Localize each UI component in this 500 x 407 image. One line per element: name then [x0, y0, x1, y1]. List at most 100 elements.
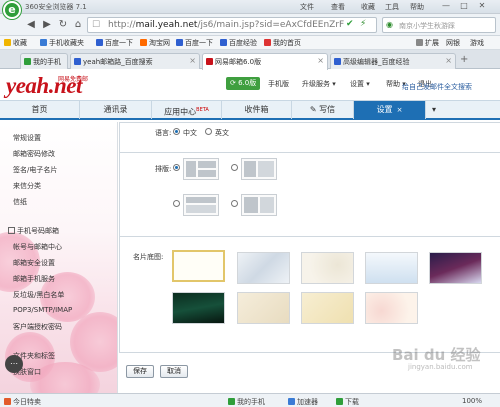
- sidebar-item-client-password[interactable]: 客户端授权密码: [13, 322, 62, 332]
- close-tab-icon[interactable]: ×: [445, 56, 452, 65]
- menu-tools[interactable]: 工具: [385, 2, 399, 12]
- sidebar-item-pop3[interactable]: POP3/SMTP/IMAP: [13, 306, 72, 314]
- settings-link[interactable]: 设置 ▾: [350, 79, 370, 89]
- sidebar-item-general[interactable]: 常规设置: [13, 133, 41, 143]
- layout-option-2-thumbnail[interactable]: [241, 158, 277, 180]
- bank-button[interactable]: 网银: [446, 38, 460, 48]
- card-background-6[interactable]: [172, 292, 225, 324]
- sidebar-item-mobile-service[interactable]: 邮箱手机服务: [13, 274, 55, 284]
- minimize-icon[interactable]: —: [440, 1, 452, 11]
- send-to-self-link[interactable]: 给自己发邮件全文搜索: [402, 82, 472, 92]
- today-deals-button[interactable]: 今日特卖: [4, 397, 41, 407]
- star-icon: [4, 39, 11, 46]
- sidebar-item-security[interactable]: 邮箱安全设置: [13, 258, 55, 268]
- layout-option-2-radio[interactable]: [231, 164, 238, 171]
- bookmark-baidu-1[interactable]: 百度一下: [96, 38, 133, 48]
- zoom-level[interactable]: 100%: [462, 397, 482, 405]
- card-background-2[interactable]: [237, 252, 290, 284]
- card-background-8[interactable]: [301, 292, 354, 324]
- search-engine-icon[interactable]: ◉: [386, 20, 393, 29]
- back-icon[interactable]: ◀: [24, 18, 38, 32]
- bookmark-favorites[interactable]: 收藏: [4, 38, 27, 48]
- tab-baidu-search[interactable]: yeah邮箱路_百度搜索 ×: [70, 53, 200, 69]
- close-tab-icon[interactable]: ×: [317, 56, 324, 65]
- upgrade-service-link[interactable]: 升级服务 ▾: [302, 79, 336, 89]
- games-button[interactable]: 游戏: [470, 38, 484, 48]
- address-bar: ◀ ▶ ↻ ⌂ ☐ http://mail.yeah.net/js6/main.…: [0, 14, 500, 36]
- more-tabs-chevron-icon[interactable]: ▾: [426, 101, 442, 119]
- taobao-icon: [140, 39, 147, 46]
- bookmark-mobile-favorites[interactable]: 手机收藏夹: [40, 38, 84, 48]
- status-my-phone[interactable]: 我的手机: [228, 397, 265, 407]
- language-chinese-radio[interactable]: [173, 128, 180, 135]
- tab-inbox[interactable]: 收件箱: [222, 101, 292, 119]
- settings-sidebar: 常规设置 邮箱密码修改 签名/电子名片 来信分类 信纸 手机号码邮箱 帐号与邮箱…: [0, 122, 118, 393]
- layout-option-1-radio[interactable]: [173, 164, 180, 171]
- maximize-icon[interactable]: □: [458, 1, 470, 11]
- search-input[interactable]: ◉ 南京小学生秋游踩: [382, 17, 496, 33]
- menu-help[interactable]: 帮助: [410, 2, 424, 12]
- sidebar-item-signature[interactable]: 签名/电子名片: [13, 165, 57, 175]
- bookmark-baidu-jingyan[interactable]: 百度经验: [220, 38, 257, 48]
- status-accelerator[interactable]: 加速器: [288, 397, 318, 407]
- menu-file[interactable]: 文件: [300, 2, 314, 12]
- home-icon[interactable]: ⌂: [71, 18, 85, 32]
- tab-home[interactable]: 首页: [0, 101, 80, 119]
- collapse-icon: [8, 227, 15, 234]
- layout-option-1-thumbnail[interactable]: [183, 158, 219, 180]
- sidebar-item-account-center[interactable]: 帐号与邮箱中心: [13, 242, 62, 252]
- card-background-1[interactable]: [172, 250, 225, 282]
- mobile-version-link[interactable]: 手机版: [268, 79, 289, 89]
- bookmark-baidu-2[interactable]: 百度一下: [176, 38, 213, 48]
- bookmark-my-home[interactable]: 我的首页: [264, 38, 301, 48]
- tab-contacts[interactable]: 通讯录: [80, 101, 152, 119]
- menu-view[interactable]: 查看: [331, 2, 345, 12]
- tab-baidu-jingyan[interactable]: 高级编辑器_百度经验 ×: [330, 53, 456, 69]
- new-tab-icon[interactable]: +: [460, 54, 468, 65]
- cancel-button[interactable]: 取消: [160, 365, 188, 378]
- card-background-7[interactable]: [237, 292, 290, 324]
- status-download[interactable]: 下载: [336, 397, 359, 407]
- bookmark-taobao[interactable]: 淘宝网: [140, 38, 170, 48]
- sidebar-item-password[interactable]: 邮箱密码修改: [13, 149, 55, 159]
- language-chinese-label[interactable]: 中文: [183, 128, 197, 138]
- layout-option-3-radio[interactable]: [173, 200, 180, 207]
- logo-subtitle: 网易免费邮: [58, 76, 89, 83]
- language-english-label[interactable]: 英文: [215, 128, 229, 138]
- 360-browser-logo-icon[interactable]: e: [3, 1, 21, 19]
- card-background-5[interactable]: [429, 252, 482, 284]
- tab-netease-mail[interactable]: 网易邮箱6.0版 ×: [202, 53, 328, 70]
- url-input[interactable]: ☐ http://mail.yeah.net/js6/main.jsp?sid=…: [87, 17, 377, 33]
- layout-option-4-radio[interactable]: [231, 200, 238, 207]
- language-english-radio[interactable]: [205, 128, 212, 135]
- sidebar-section-mobile-mail[interactable]: 手机号码邮箱: [8, 226, 59, 236]
- divider: [119, 236, 500, 237]
- menu-favorites[interactable]: 收藏: [361, 2, 375, 12]
- sidebar-item-antispam[interactable]: 反垃圾/黑白名单: [13, 290, 64, 300]
- lightning-icon[interactable]: ⚡: [360, 19, 366, 29]
- refresh-icon[interactable]: ↻: [56, 18, 70, 32]
- layout-option-4-thumbnail[interactable]: [241, 194, 277, 216]
- close-tab-icon[interactable]: ×: [397, 106, 403, 114]
- language-label: 语言:: [155, 129, 172, 137]
- save-button[interactable]: 保存: [126, 365, 154, 378]
- tab-compose[interactable]: ✎ 写信: [292, 101, 354, 119]
- tab-settings[interactable]: 设置 ×: [354, 101, 426, 119]
- close-tab-icon[interactable]: ×: [189, 56, 196, 65]
- baidu-icon: [334, 58, 341, 65]
- tab-app-center[interactable]: 应用中心BETA: [152, 101, 222, 119]
- forward-icon[interactable]: ▶: [40, 18, 54, 32]
- card-background-4[interactable]: [365, 252, 418, 284]
- tab-my-phone[interactable]: 我的手机: [20, 53, 68, 69]
- sidebar-item-stationery[interactable]: 信纸: [13, 197, 27, 207]
- layout-option-3-thumbnail[interactable]: [183, 194, 219, 216]
- floating-menu-icon[interactable]: ⋯: [5, 355, 23, 373]
- close-window-icon[interactable]: ✕: [476, 1, 488, 11]
- version-button[interactable]: ⟳ 6.0版: [226, 77, 261, 90]
- security-shield-icon[interactable]: ✔: [346, 19, 354, 29]
- card-background-9[interactable]: [365, 292, 418, 324]
- card-background-3[interactable]: [301, 252, 354, 284]
- netease-icon: [206, 58, 213, 65]
- sidebar-item-filters[interactable]: 来信分类: [13, 181, 41, 191]
- extensions-button[interactable]: 扩展: [416, 38, 439, 48]
